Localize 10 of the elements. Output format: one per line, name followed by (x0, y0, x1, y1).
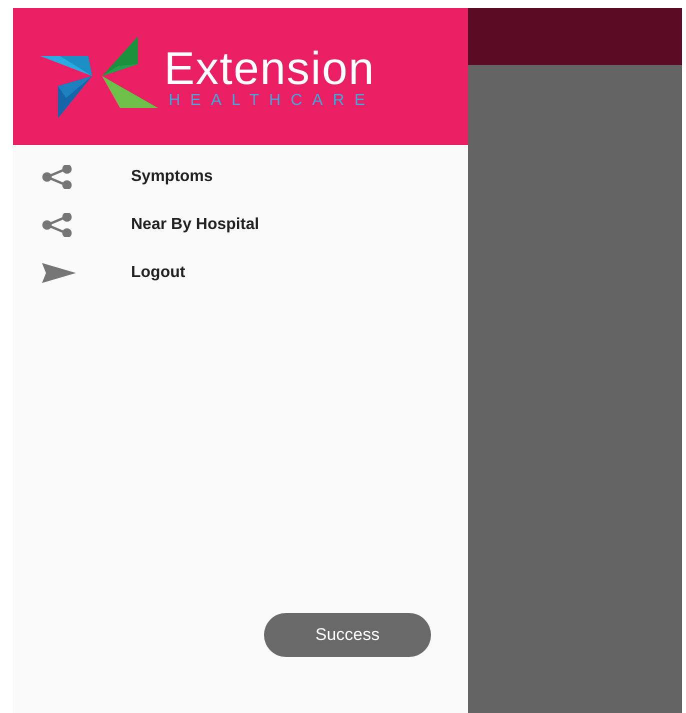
logo-title: Extension (164, 44, 376, 90)
menu-item[interactable]: Symptoms (13, 153, 468, 201)
send-icon (42, 263, 76, 283)
logo-subtitle: HEALTHCARE (168, 92, 376, 108)
toast-message: Success (264, 613, 431, 657)
share-icon (42, 213, 72, 237)
share-icon (42, 165, 72, 189)
menu-item[interactable]: Logout (13, 249, 468, 297)
logo-icon (40, 36, 158, 118)
menu-item[interactable]: Near By Hospital (13, 201, 468, 249)
